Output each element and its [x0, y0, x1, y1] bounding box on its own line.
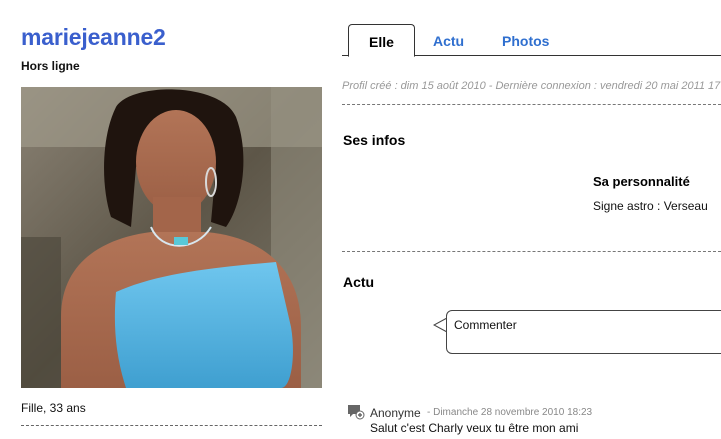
comment-input[interactable]	[446, 310, 721, 354]
section-divider	[342, 251, 721, 252]
tab-actu[interactable]: Actu	[433, 33, 464, 49]
infos-heading: Ses infos	[343, 132, 406, 148]
astro-sign: Signe astro : Verseau	[593, 199, 708, 213]
left-divider	[21, 425, 322, 426]
tab-photos[interactable]: Photos	[502, 33, 549, 49]
online-status: Hors ligne	[21, 59, 80, 73]
profile-username: mariejeanne2	[21, 24, 166, 50]
profile-caption: Fille, 33 ans	[21, 401, 86, 415]
comment-icon	[348, 405, 365, 420]
personality-title: Sa personnalité	[593, 174, 690, 189]
profile-photo[interactable]	[21, 87, 322, 388]
actu-heading: Actu	[343, 274, 375, 290]
post-author[interactable]: Anonyme	[370, 406, 421, 420]
profile-meta: Profil créé : dim 15 août 2010 - Dernièr…	[342, 80, 721, 92]
section-divider	[342, 104, 721, 105]
post-date: - Dimanche 28 novembre 2010 18:23	[427, 407, 593, 418]
post-text: Salut c'est Charly veux tu être mon ami	[370, 421, 579, 435]
comment-label[interactable]: Commenter	[454, 318, 517, 332]
tab-elle[interactable]: Elle	[348, 24, 415, 57]
profile-tabs: Elle Actu Photos	[342, 24, 721, 57]
profile-photo-image	[21, 87, 322, 388]
